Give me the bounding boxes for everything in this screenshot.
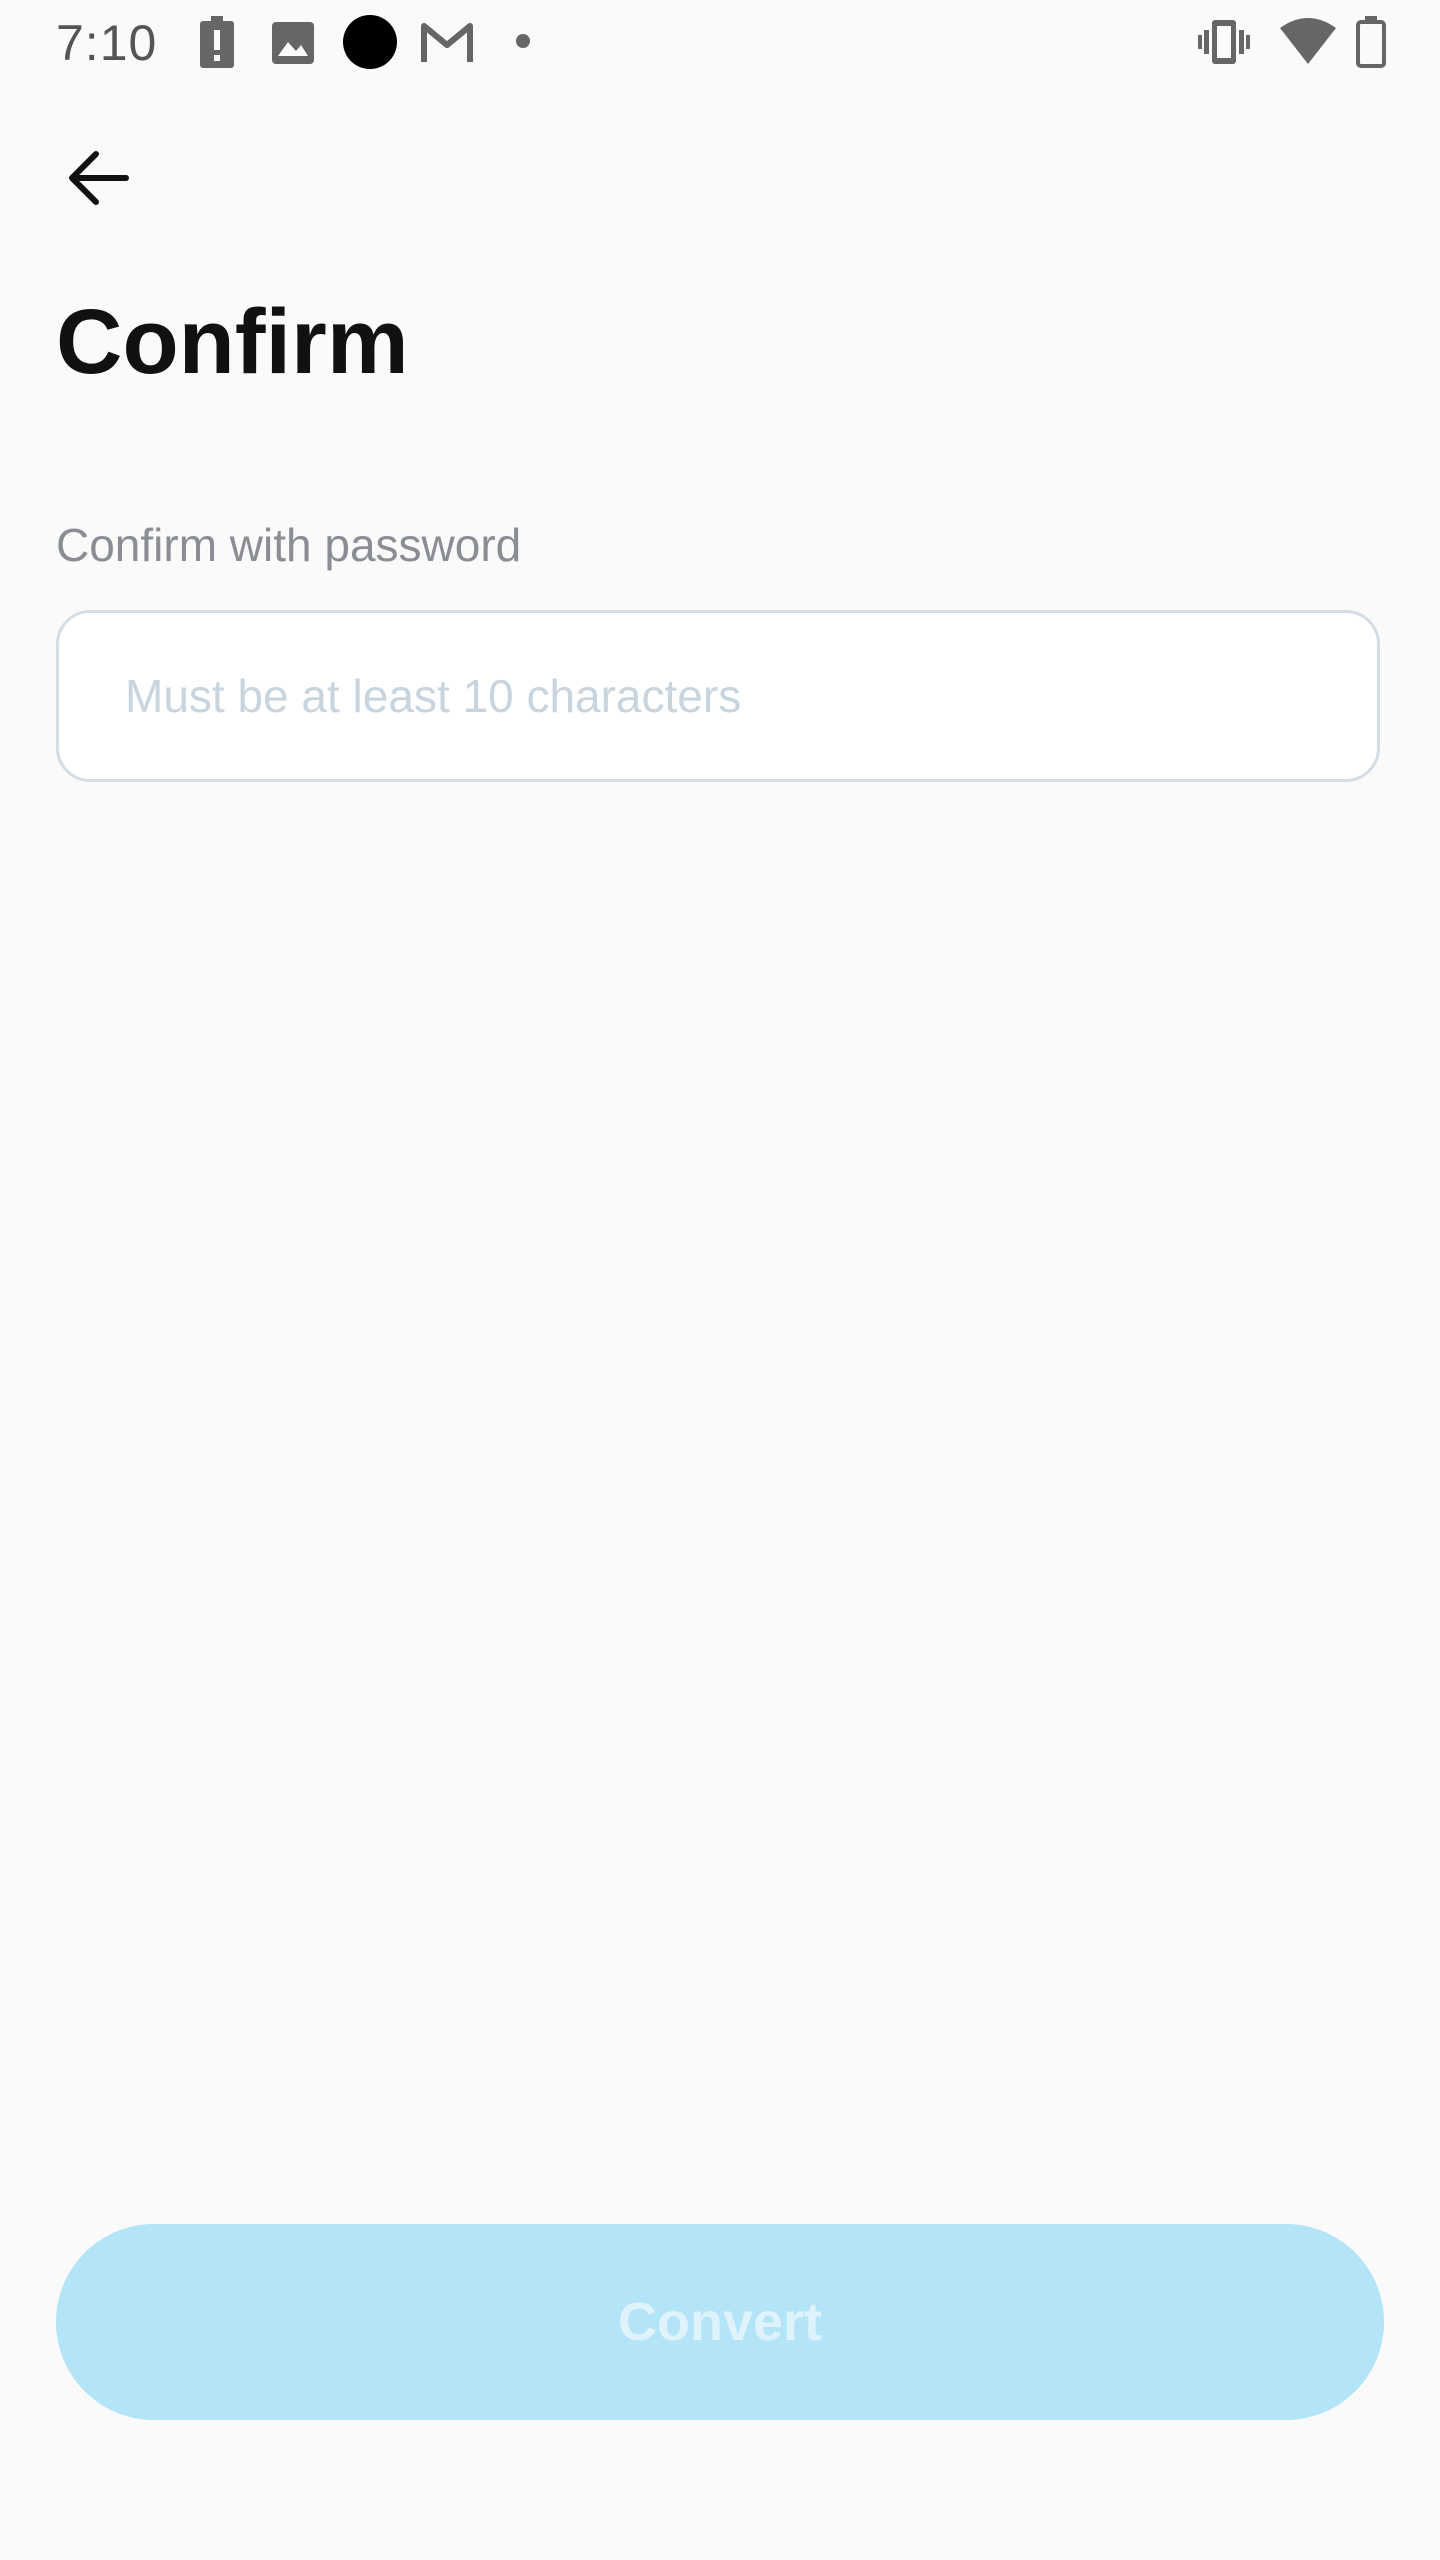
page-title: Confirm [56, 291, 409, 393]
vibrate-icon [1198, 20, 1250, 64]
circle-icon [343, 15, 397, 69]
convert-button[interactable]: Convert [56, 2224, 1384, 2420]
password-label: Confirm with password [56, 519, 522, 571]
image-icon [272, 22, 314, 64]
password-field[interactable] [56, 610, 1380, 782]
battery-alert-icon [200, 16, 234, 68]
arrow-left-icon [69, 151, 129, 205]
wifi-icon [1280, 18, 1336, 64]
status-bar: 7:10 [0, 0, 1440, 84]
battery-icon [1356, 16, 1386, 68]
status-time: 7:10 [56, 15, 158, 71]
password-input[interactable] [125, 613, 1325, 779]
gmail-icon [421, 23, 473, 62]
dot-icon [516, 34, 530, 48]
back-button[interactable] [50, 130, 146, 226]
